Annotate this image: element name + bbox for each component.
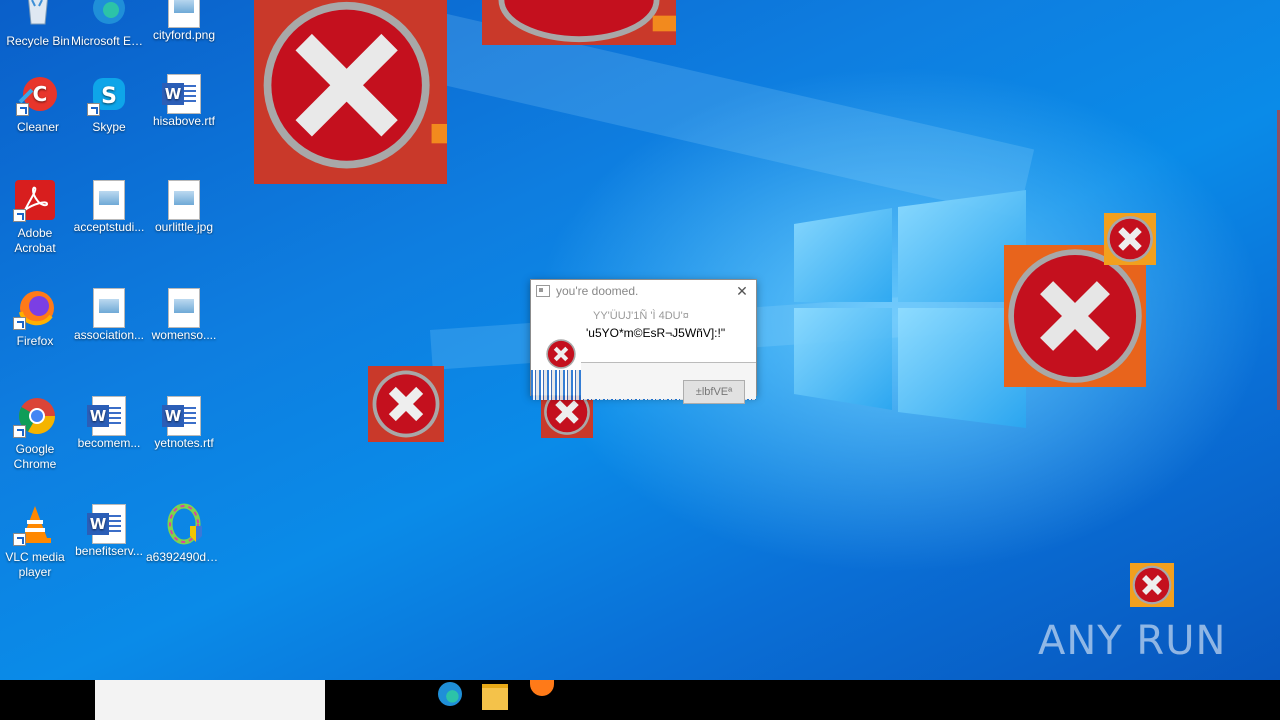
desktop-icon-recycle-bin[interactable]: Recycle Bin [0, 0, 76, 49]
ok-button[interactable]: ±lbfVEª [683, 380, 745, 404]
windows-logo [794, 190, 1026, 428]
error-icon [368, 366, 444, 442]
desktop-icon-label: Cleaner [16, 120, 60, 134]
shortcut-arrow-icon [16, 103, 29, 116]
close-icon[interactable]: ✕ [728, 283, 756, 300]
word-document-icon: W [162, 396, 201, 436]
desktop-icon-association[interactable]: association... [71, 286, 147, 343]
chrome-icon [13, 394, 57, 438]
desktop-icon-label: hisabove.rtf [152, 114, 216, 128]
desktop-icon-label: Adobe Acrobat [14, 226, 56, 255]
image-file-icon [168, 0, 200, 28]
desktop-icon-skype[interactable]: S Skype [71, 72, 147, 135]
dialog-message: 'u5YO*m©EsR¬J5WñV]:!" [586, 326, 726, 340]
desktop-icon-label: benefitserv... [75, 544, 143, 558]
shortcut-arrow-icon [87, 103, 100, 116]
desktop-icon-becomem[interactable]: W becomem... [71, 394, 147, 451]
desktop-icon-vlc[interactable]: VLC media player [0, 502, 73, 580]
error-icon [545, 338, 577, 370]
dialog-titlebar[interactable]: you're doomed. ✕ [531, 280, 756, 302]
desktop-icon-label: acceptstudi... [73, 220, 145, 234]
error-icon [1130, 563, 1174, 607]
desktop-icon-ccleaner[interactable]: C Cleaner [0, 72, 76, 135]
shortcut-arrow-icon [13, 533, 26, 546]
desktop-icon-label: Microsoft Edge [71, 34, 147, 48]
shortcut-arrow-icon [13, 317, 26, 330]
vlc-icon [13, 502, 57, 546]
desktop-icon-label: ourlittle.jpg [154, 220, 214, 234]
error-dialog[interactable]: you're doomed. ✕ YY'ÜUJ'1Ñ 'Ì 4DU'¤ 'u5Y… [530, 279, 757, 404]
skype-icon: S [87, 72, 131, 116]
error-icon [254, 0, 447, 184]
image-file-icon [93, 180, 125, 220]
error-icon [1104, 213, 1156, 265]
image-file-icon [93, 288, 125, 328]
desktop-icon-cityford[interactable]: cityford.png [146, 0, 222, 43]
desktop-icon-chrome[interactable]: Google Chrome [0, 394, 73, 472]
desktop-icon-label: becomem... [77, 436, 141, 450]
desktop-icon-acrobat[interactable]: Adobe Acrobat [0, 178, 73, 256]
error-icon [482, 0, 676, 45]
desktop-icon-label: Recycle Bin [6, 34, 70, 48]
desktop-icon-label: VLC media player [5, 550, 65, 579]
image-file-icon [168, 288, 200, 328]
image-file-icon [168, 180, 200, 220]
desktop-icon-label: association... [73, 328, 145, 342]
desktop-icon-edge[interactable]: Microsoft Edge [71, 0, 147, 49]
word-document-icon: W [87, 504, 126, 544]
desktop-icon-label: Google Chrome [13, 442, 57, 471]
firefox-icon [13, 286, 57, 330]
desktop-icon-acceptstudi[interactable]: acceptstudi... [71, 178, 147, 235]
watermark-text: ANY RUN [1038, 618, 1227, 664]
dialog-title: you're doomed. [556, 284, 639, 298]
folder-taskbar-icon[interactable] [482, 684, 508, 710]
shortcut-arrow-icon [13, 425, 26, 438]
taskbar [0, 680, 1280, 720]
desktop-icon-ourlittle[interactable]: ourlittle.jpg [146, 178, 222, 235]
dialog-message-ghost: YY'ÜUJ'1Ñ 'Ì 4DU'¤ [593, 310, 689, 322]
desktop-icon-yetnotes[interactable]: W yetnotes.rtf [146, 394, 222, 451]
svg-text:C: C [33, 82, 48, 106]
edge-icon [87, 0, 131, 30]
desktop-icon-label: Skype [92, 120, 126, 134]
desktop: Recycle Bin Microsoft Edge cityford.png … [0, 0, 1280, 680]
desktop-icon-womenso[interactable]: womenso.... [146, 286, 222, 343]
installer-icon [162, 502, 206, 546]
firefox-taskbar-icon[interactable] [530, 680, 554, 696]
acrobat-icon [13, 178, 57, 222]
desktop-icon-benefitserv[interactable]: W benefitserv... [71, 502, 147, 559]
word-document-icon: W [162, 74, 201, 114]
desktop-icon-label: a6392490d3... [146, 550, 222, 564]
word-document-icon: W [87, 396, 126, 436]
desktop-icon-label: cityford.png [152, 28, 216, 42]
svg-text:S: S [101, 84, 117, 109]
desktop-icon-label: Firefox [16, 334, 54, 348]
desktop-icon-installer[interactable]: a6392490d3... [146, 502, 222, 565]
watermark: ANY RUN [1038, 610, 1234, 672]
search-box[interactable] [95, 680, 325, 720]
recycle-bin-icon [16, 0, 60, 30]
desktop-icon-hisabove[interactable]: W hisabove.rtf [146, 72, 222, 129]
dialog-body: YY'ÜUJ'1Ñ 'Ì 4DU'¤ 'u5YO*m©EsR¬J5WñV]:!"… [531, 302, 756, 404]
shortcut-arrow-icon [13, 209, 26, 222]
ccleaner-icon: C [16, 72, 60, 116]
desktop-icon-firefox[interactable]: Firefox [0, 286, 73, 349]
desktop-icon-label: yetnotes.rtf [154, 436, 214, 450]
error-icon [1004, 245, 1146, 387]
edge-taskbar-icon[interactable] [438, 682, 462, 706]
desktop-icon-label: womenso.... [151, 328, 217, 342]
window-icon [536, 285, 550, 297]
